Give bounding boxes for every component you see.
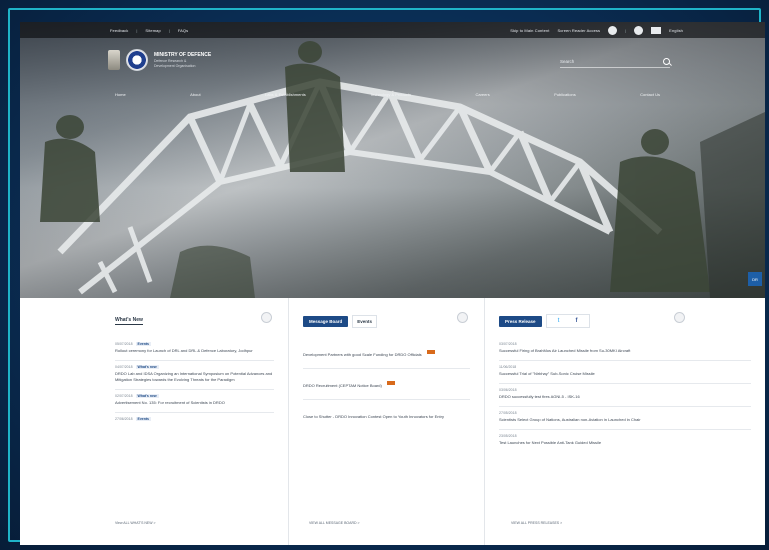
social-tabs: t f (545, 314, 590, 328)
item-date: 05/07/2018 (115, 342, 133, 346)
item-text: Successful Trial of "Nirbhay" Sub-Sonic … (499, 371, 595, 376)
item-text: Advertisement No. 135: For recruitment o… (115, 400, 225, 405)
brand-title: MINISTRY OF DEFENCE (154, 52, 212, 58)
settings-icon[interactable] (634, 25, 644, 35)
item-text: DRDO successfully test fires AGNI-5 - IS… (499, 394, 580, 399)
list-item[interactable]: DRDO Recruitment (CEPTAM Notice Board) (303, 369, 470, 400)
whats-new-panel: What's New 05/07/2018 Events Rollout cer… (20, 298, 288, 545)
nav-publications[interactable]: Publications (554, 92, 576, 97)
item-tag: What's new (135, 394, 159, 398)
item-date: 03/07/2018 (499, 342, 517, 346)
item-date: 04/07/2018 (115, 365, 133, 369)
search-input[interactable] (560, 59, 650, 64)
sitemap-link[interactable]: Sitemap (145, 28, 160, 33)
view-all-whats-new-link[interactable]: View ALL WHAT'S NEW > (115, 521, 156, 525)
item-text: Close to Shutter - DRDO Innovation Conte… (303, 414, 444, 419)
message-board-list: Development Partners with good Scale Fun… (303, 338, 470, 430)
press-release-panel: Press Release t f 03/07/2018 Successful … (484, 298, 765, 545)
whats-new-title: What's New (115, 317, 143, 325)
list-item[interactable]: 27/06/2018 Events (115, 413, 274, 429)
pause-icon[interactable] (457, 312, 468, 323)
list-item[interactable]: 03/06/2018 DRDO successfully test fires … (499, 384, 751, 407)
list-item[interactable]: 05/07/2018 Events Rollout ceremony for L… (115, 338, 274, 361)
list-item[interactable]: 27/05/2018 Scientists Select Group of Na… (499, 407, 751, 430)
item-text: Development Partners with good Scale Fun… (303, 352, 422, 357)
feedback-link[interactable]: Feedback (110, 28, 128, 33)
separator: | (168, 27, 170, 33)
brand-subtitle-1: Defence Research & (154, 59, 187, 63)
item-date: 11/06/2018 (499, 365, 517, 369)
facebook-icon[interactable]: f (571, 316, 583, 326)
pause-icon[interactable] (674, 312, 685, 323)
nav-home[interactable]: Home (115, 92, 126, 97)
list-item[interactable]: 03/07/2018 Successful Firing of BrahMos … (499, 338, 751, 361)
item-date: 03/06/2018 (499, 388, 517, 392)
new-badge-icon (427, 349, 436, 354)
national-emblem-icon (108, 50, 120, 70)
view-all-message-board-link[interactable]: VIEW ALL MESSAGE BOARD > (309, 521, 360, 525)
main-navigation: Home About Labs & Establishments Technol… (115, 92, 660, 97)
message-board-panel: Message Board Events Development Partner… (288, 298, 484, 545)
item-tag: What's new (135, 365, 159, 369)
new-badge-icon (387, 380, 396, 385)
item-date: 27/06/2018 (115, 417, 133, 421)
content-panels: What's New 05/07/2018 Events Rollout cer… (20, 298, 765, 545)
press-release-list: 03/07/2018 Successful Firing of BrahMos … (499, 338, 751, 452)
item-date: 23/05/2018 (499, 434, 517, 438)
list-item[interactable]: 02/07/2018 What's new Advertisement No. … (115, 390, 274, 413)
website-screen: Feedback | Sitemap | FAQs Skip to Main C… (20, 22, 765, 545)
view-all-press-releases-link[interactable]: VIEW ALL PRESS RELEASES > (511, 521, 562, 525)
text-size-icon[interactable] (651, 26, 662, 34)
skip-to-main-link[interactable]: Skip to Main Content (510, 28, 549, 33)
panel-header: Message Board Events (303, 314, 470, 328)
tab-press-release[interactable]: Press Release (499, 315, 542, 327)
panel-header: What's New (115, 314, 274, 328)
item-date: 27/05/2018 (499, 411, 517, 415)
item-date: 02/07/2018 (115, 394, 133, 398)
list-item[interactable]: 11/06/2018 Successful Trial of "Nirbhay"… (499, 361, 751, 384)
search-box (560, 56, 670, 68)
separator: | (136, 27, 138, 33)
item-text: Test Launches for Next Possible Anti-Tan… (499, 440, 602, 445)
screen-reader-link[interactable]: Screen Reader Access (557, 28, 600, 33)
item-text: Rollout ceremony for Launch of DRL and D… (115, 348, 253, 353)
tab-events[interactable]: Events (352, 314, 378, 328)
item-tag: Events (135, 417, 152, 421)
site-brand[interactable]: MINISTRY OF DEFENCE Defence Research & D… (108, 49, 211, 71)
list-item[interactable]: Development Partners with good Scale Fun… (303, 338, 470, 369)
list-item[interactable]: Close to Shutter - DRDO Innovation Conte… (303, 400, 470, 430)
list-item[interactable]: 23/05/2018 Test Launches for Next Possib… (499, 430, 751, 452)
nav-about[interactable]: About (190, 92, 200, 97)
language-select[interactable]: English (669, 28, 683, 33)
nav-technology[interactable]: Technology & Products (370, 92, 411, 97)
separator: | (625, 27, 627, 33)
organisation-logo-icon (126, 49, 148, 71)
search-icon[interactable] (663, 58, 670, 65)
whats-new-list: 05/07/2018 Events Rollout ceremony for L… (115, 338, 274, 429)
twitter-icon[interactable]: t (553, 316, 565, 326)
side-badge-button[interactable]: DR (748, 272, 762, 286)
top-utility-bar: Feedback | Sitemap | FAQs Skip to Main C… (20, 22, 765, 38)
nav-labs[interactable]: Labs & Establishments (265, 92, 306, 97)
item-text: DRDO Recruitment (CEPTAM Notice Board) (303, 383, 382, 388)
hero-banner: Feedback | Sitemap | FAQs Skip to Main C… (20, 22, 765, 298)
item-text: DRDO Lab and IDSA Organizing an Internat… (115, 371, 273, 382)
item-tag: Events (135, 342, 152, 346)
item-text: Successful Firing of BrahMos Air Launche… (499, 348, 631, 353)
list-item[interactable]: 04/07/2018 What's new DRDO Lab and IDSA … (115, 361, 274, 390)
nav-careers[interactable]: Careers (475, 92, 489, 97)
pause-icon[interactable] (261, 312, 272, 323)
faqs-link[interactable]: FAQs (178, 28, 188, 33)
panel-header: Press Release t f (499, 314, 751, 328)
brand-text: MINISTRY OF DEFENCE Defence Research & D… (154, 52, 211, 68)
contrast-icon[interactable] (608, 25, 618, 35)
nav-contact[interactable]: Contact Us (640, 92, 660, 97)
tab-message-board[interactable]: Message Board (303, 315, 349, 327)
item-text: Scientists Select Group of Nations, Aust… (499, 417, 641, 422)
brand-subtitle-2: Development Organisation (154, 64, 196, 68)
